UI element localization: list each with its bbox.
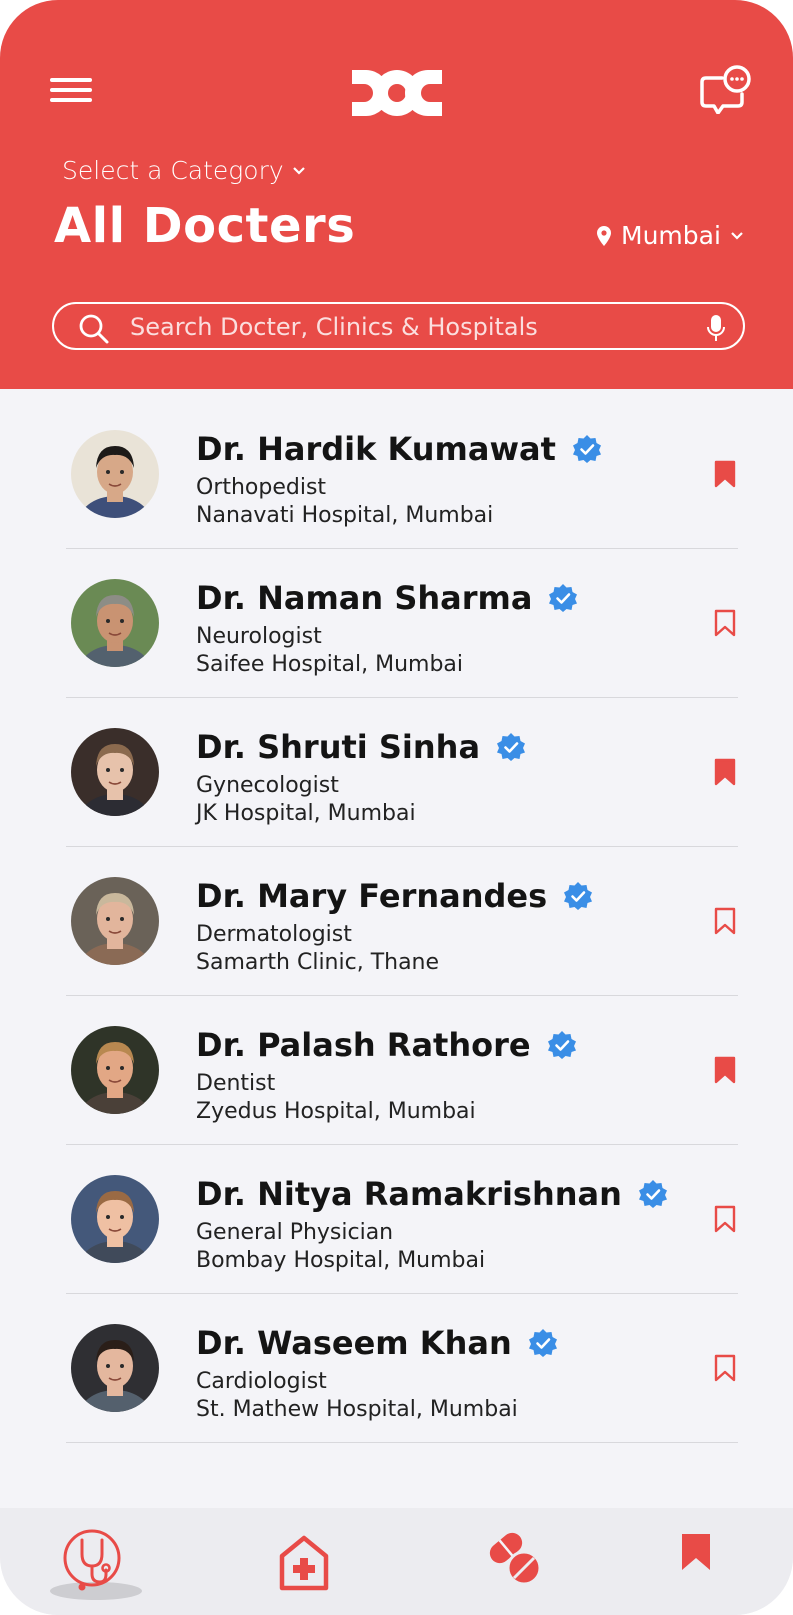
doctor-avatar xyxy=(71,430,159,518)
bottom-navigation xyxy=(0,1508,793,1615)
search-icon xyxy=(79,314,109,344)
chat-icon[interactable] xyxy=(700,64,752,114)
location-pin-icon xyxy=(597,225,611,246)
menu-icon xyxy=(50,78,92,82)
doctor-card[interactable]: Dr. Mary Fernandes Dermatologist Samarth… xyxy=(66,847,738,996)
doctor-speciality: Gynecologist xyxy=(196,773,339,798)
category-label: Select a Category xyxy=(62,156,284,185)
category-select[interactable]: Select a Category xyxy=(62,156,306,185)
verified-icon xyxy=(549,584,578,612)
app-header: Select a Category All Docters Mumbai xyxy=(0,0,793,389)
doctor-hospital: Saifee Hospital, Mumbai xyxy=(196,652,464,677)
doctor-name: Dr. Shruti Sinha xyxy=(196,728,481,766)
microphone-icon[interactable] xyxy=(707,314,725,342)
bookmark-icon[interactable] xyxy=(714,907,736,935)
location-label: Mumbai xyxy=(621,221,721,250)
doctor-avatar xyxy=(71,877,159,965)
doctor-list: Dr. Hardik Kumawat Orthopedist Nanavati … xyxy=(66,400,738,1443)
doctor-avatar xyxy=(71,728,159,816)
location-select[interactable]: Mumbai xyxy=(596,221,744,250)
doctor-speciality: Neurologist xyxy=(196,624,322,649)
bookmark-icon[interactable] xyxy=(714,609,736,637)
doctor-card[interactable]: Dr. Naman Sharma Neurologist Saifee Hosp… xyxy=(66,549,738,698)
doctor-card[interactable]: Dr. Shruti Sinha Gynecologist JK Hospita… xyxy=(66,698,738,847)
bookmark-icon[interactable] xyxy=(714,1205,736,1233)
doctor-avatar xyxy=(71,1175,159,1263)
doctor-hospital: JK Hospital, Mumbai xyxy=(196,801,416,826)
stethoscope-icon[interactable] xyxy=(58,1526,126,1594)
pills-icon[interactable] xyxy=(480,1524,548,1592)
doctor-name: Dr. Palash Rathore xyxy=(196,1026,531,1064)
doctor-avatar xyxy=(71,579,159,667)
page-title: All Docters xyxy=(54,198,356,254)
doctor-name: Dr. Waseem Khan xyxy=(196,1324,512,1362)
doc-logo xyxy=(352,70,442,116)
doctor-speciality: Cardiologist xyxy=(196,1369,327,1394)
doctor-card[interactable]: Dr. Hardik Kumawat Orthopedist Nanavati … xyxy=(66,400,738,549)
doctor-hospital: St. Mathew Hospital, Mumbai xyxy=(196,1397,518,1422)
doctor-speciality: General Physician xyxy=(196,1220,394,1245)
bookmark-icon[interactable] xyxy=(714,460,736,488)
verified-icon xyxy=(497,733,526,761)
doctor-avatar xyxy=(71,1026,159,1114)
search-bar xyxy=(52,302,745,350)
bookmark-icon[interactable] xyxy=(714,1056,736,1084)
verified-icon xyxy=(547,1031,576,1059)
verified-icon xyxy=(564,882,593,910)
doctor-hospital: Bombay Hospital, Mumbai xyxy=(196,1248,486,1273)
search-input[interactable] xyxy=(130,308,710,346)
doctor-card[interactable]: Dr. Nitya Ramakrishnan General Physician… xyxy=(66,1145,738,1294)
menu-button[interactable] xyxy=(50,78,92,104)
bookmark-icon[interactable] xyxy=(674,1530,718,1574)
doctor-avatar xyxy=(71,1324,159,1412)
phone-screen: Select a Category All Docters Mumbai Sea… xyxy=(0,0,793,1615)
hospital-icon[interactable] xyxy=(270,1528,338,1596)
bookmark-icon[interactable] xyxy=(714,1354,736,1382)
verified-icon xyxy=(572,435,601,463)
doctor-hospital: Zyedus Hospital, Mumbai xyxy=(196,1099,476,1124)
verified-icon xyxy=(528,1329,557,1357)
doctor-name: Dr. Naman Sharma xyxy=(196,579,533,617)
doctor-hospital: Samarth Clinic, Thane xyxy=(196,950,440,975)
doctor-speciality: Orthopedist xyxy=(196,475,327,500)
doctor-card[interactable]: Dr. Waseem Khan Cardiologist St. Mathew … xyxy=(66,1294,738,1443)
doctor-name: Dr. Hardik Kumawat xyxy=(196,430,556,468)
doctor-name: Dr. Nitya Ramakrishnan xyxy=(196,1175,622,1213)
doctor-card[interactable]: Dr. Palash Rathore Dentist Zyedus Hospit… xyxy=(66,996,738,1145)
chevron-down-icon xyxy=(731,231,743,240)
doctor-speciality: Dermatologist xyxy=(196,922,352,947)
doctor-hospital: Nanavati Hospital, Mumbai xyxy=(196,503,494,528)
chevron-down-icon xyxy=(292,166,305,175)
doctor-name: Dr. Mary Fernandes xyxy=(196,877,548,915)
doctor-speciality: Dentist xyxy=(196,1071,276,1096)
verified-icon xyxy=(638,1180,667,1208)
bookmark-icon[interactable] xyxy=(714,758,736,786)
